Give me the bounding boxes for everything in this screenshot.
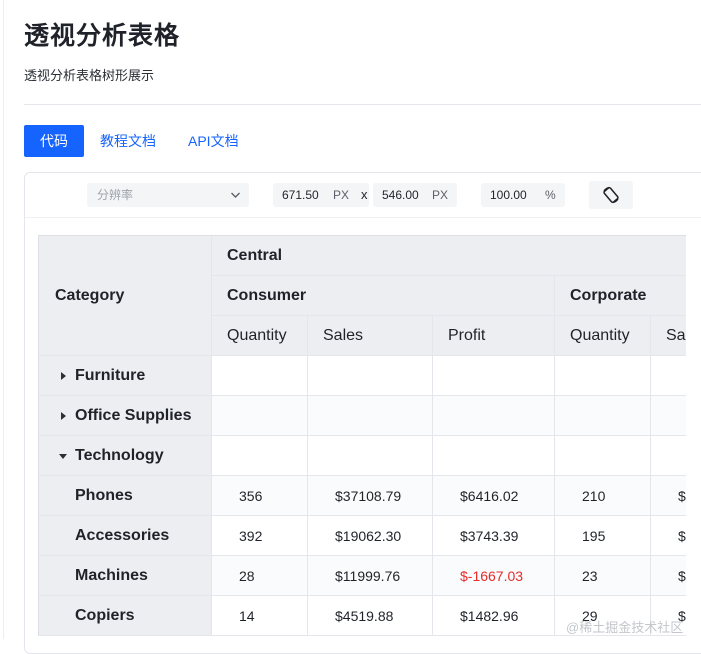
row-header[interactable]: Technology (39, 436, 212, 476)
row-header-label: Furniture (75, 367, 146, 384)
data-cell (308, 436, 433, 476)
column-header-segment: Consumer (212, 276, 555, 316)
scroll-handle[interactable]: ⋮ (697, 463, 701, 474)
watermark: @稀土掘金技术社区 (566, 620, 684, 635)
row-header[interactable]: Furniture (39, 356, 212, 396)
column-header-measure: Quantity (212, 316, 308, 356)
data-cell (555, 356, 651, 396)
caret-right-icon[interactable] (58, 396, 68, 435)
zoom-value: 100.00 (490, 188, 527, 202)
preview-toolbar: 分辨率 671.50 PX x 546.00 PX 100.00 % (25, 173, 701, 218)
row-header: Machines (39, 556, 212, 596)
data-cell: $-1667.03 (433, 556, 555, 596)
data-cell: $11999.76 (308, 556, 433, 596)
data-cell (433, 396, 555, 436)
row-header: Phones (39, 476, 212, 516)
caret-right-icon[interactable] (58, 356, 68, 395)
data-cell: $37108.79 (308, 476, 433, 516)
row-header: Copiers (39, 596, 212, 636)
pivot-table[interactable]: Category Central Consumer Corporate Quantity… (38, 235, 686, 636)
column-header-measure: Sales (308, 316, 433, 356)
data-cell: $19062.30 (308, 516, 433, 556)
data-cell: $ (651, 516, 686, 556)
data-cell: $4519.88 (308, 596, 433, 636)
data-cell: $ (651, 476, 686, 516)
row-header-label: Accessories (75, 527, 170, 544)
row-header-label: Copiers (75, 607, 135, 624)
data-cell: $ (651, 556, 686, 596)
data-cell: $6416.02 (433, 476, 555, 516)
data-cell (212, 436, 308, 476)
demo-panel: 分辨率 671.50 PX x 546.00 PX 100.00 % Categ… (24, 172, 701, 654)
width-input[interactable]: 671.50 PX (273, 183, 369, 207)
data-cell (308, 356, 433, 396)
tab-code[interactable]: 代码 (24, 125, 84, 157)
row-header-label: Office Supplies (75, 407, 192, 424)
column-header-measure: Profit (433, 316, 555, 356)
dimension-separator: x (361, 187, 368, 202)
data-cell: 23 (555, 556, 651, 596)
column-header-region: Central (212, 236, 686, 276)
height-unit: PX (432, 188, 449, 202)
data-cell: 28 (212, 556, 308, 596)
data-cell: 195 (555, 516, 651, 556)
tab-bar: 代码 教程文档 API文档 (24, 125, 255, 157)
height-value: 546.00 (382, 188, 419, 202)
height-input[interactable]: 546.00 PX (373, 183, 457, 207)
data-cell (651, 436, 686, 476)
width-unit: PX (333, 188, 350, 202)
zoom-unit: % (545, 188, 556, 202)
data-cell (555, 396, 651, 436)
tab-api-docs[interactable]: API文档 (172, 125, 255, 157)
corner-header: Category (39, 236, 212, 356)
column-header-segment: Corporate (555, 276, 686, 316)
zoom-input[interactable]: 100.00 % (481, 183, 565, 207)
data-cell (433, 436, 555, 476)
data-cell (212, 356, 308, 396)
resolution-placeholder: 分辨率 (97, 188, 134, 202)
left-border (3, 0, 4, 639)
data-cell (433, 356, 555, 396)
data-cell: 210 (555, 476, 651, 516)
width-value: 671.50 (282, 188, 319, 202)
data-cell (555, 436, 651, 476)
resolution-select[interactable]: 分辨率 (87, 183, 249, 207)
data-cell: $3743.39 (433, 516, 555, 556)
row-header-label: Technology (75, 447, 164, 464)
column-header-measure: Quantity (555, 316, 651, 356)
data-cell: 356 (212, 476, 308, 516)
header-divider (24, 104, 701, 105)
tab-tutorial-docs[interactable]: 教程文档 (84, 125, 172, 157)
page-subtitle: 透视分析表格树形展示 (24, 68, 155, 83)
data-cell: $1482.96 (433, 596, 555, 636)
row-header-label: Machines (75, 567, 148, 584)
data-cell: 392 (212, 516, 308, 556)
data-cell (651, 356, 686, 396)
row-header-label: Phones (75, 487, 133, 504)
caret-down-icon[interactable] (58, 436, 68, 475)
chevron-down-icon (230, 183, 241, 216)
data-cell (651, 396, 686, 436)
row-header: Accessories (39, 516, 212, 556)
column-header-measure: Sa (651, 316, 686, 356)
page-title: 透视分析表格 (24, 22, 181, 50)
rotate-button[interactable] (589, 181, 633, 209)
row-header[interactable]: Office Supplies (39, 396, 212, 436)
data-cell: 14 (212, 596, 308, 636)
data-cell (308, 396, 433, 436)
data-cell (212, 396, 308, 436)
